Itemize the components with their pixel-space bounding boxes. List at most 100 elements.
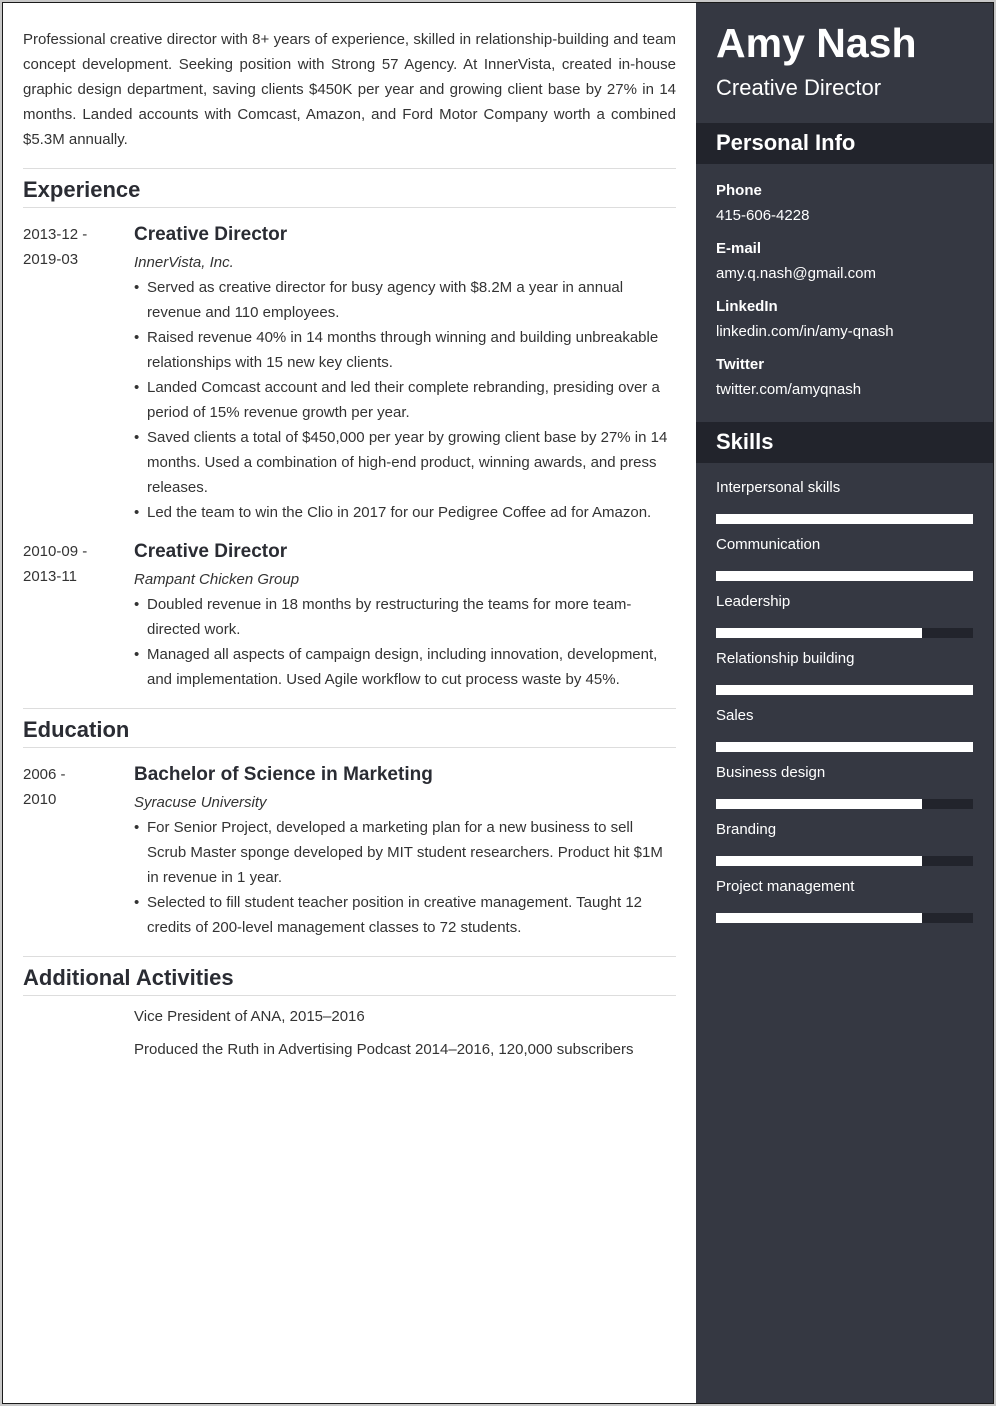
skill-level-bar [716, 685, 973, 695]
skill-level-fill [716, 742, 973, 752]
skill-level-fill [716, 799, 922, 809]
date-start: 2013-12 - [23, 226, 88, 243]
skill-name: Project management [716, 878, 855, 895]
skills-heading: Skills [696, 422, 993, 463]
skill-level-bar [716, 856, 973, 866]
bullet-item: • Raised revenue 40% in 14 months through… [134, 325, 676, 375]
bullet-text: Led the team to win the Clio in 2017 for… [147, 504, 652, 521]
skill-name: Relationship building [716, 650, 855, 667]
skill-name: Communication [716, 536, 821, 553]
entry-bullets: • For Senior Project, developed a marketi… [134, 815, 676, 940]
skill-level-fill [716, 514, 973, 524]
entry-organization: Syracuse University [134, 794, 267, 811]
bullet-icon: • [134, 504, 140, 521]
skill-item: Leadership [716, 589, 973, 638]
info-value-phone: 415-606-4228 [716, 207, 810, 224]
skill-level-bar [716, 742, 973, 752]
activities-heading: Additional Activities [23, 956, 676, 996]
date-end: 2010 [23, 791, 57, 808]
date-end: 2019-03 [23, 251, 79, 268]
skill-item: Communication [716, 532, 973, 581]
experience-heading: Experience [23, 168, 676, 208]
skill-name: Sales [716, 707, 754, 724]
skill-item: Interpersonal skills [716, 475, 973, 524]
bullet-text: Served as creative director for busy age… [147, 279, 624, 321]
skill-name: Interpersonal skills [716, 479, 841, 496]
bullet-icon: • [134, 894, 140, 911]
entry-dates: 2010-09 - 2013-11 [23, 539, 134, 692]
skill-level-fill [716, 571, 973, 581]
bullet-item: • Selected to fill student teacher positi… [134, 890, 676, 940]
skill-level-bar [716, 514, 973, 524]
info-label: LinkedIn [716, 298, 778, 315]
experience-entry: 2013-12 - 2019-03 Creative Director InnerVi… [23, 222, 676, 525]
entry-title: Creative Director [134, 541, 288, 562]
bullet-text: Saved clients a total of $450,000 per ye… [147, 429, 668, 496]
experience-list: 2013-12 - 2019-03 Creative Director InnerVi… [23, 222, 676, 692]
bullet-item: • Landed Comcast account and led their co… [134, 375, 676, 425]
info-value-linkedin: linkedin.com/in/amy-qnash [716, 323, 894, 340]
info-label: Twitter [716, 356, 765, 373]
date-start: 2010-09 - [23, 543, 88, 560]
skill-level-bar [716, 628, 973, 638]
bullet-icon: • [134, 329, 140, 346]
bullet-item: • Served as creative director for busy ag… [134, 275, 676, 325]
bullet-icon: • [134, 279, 140, 296]
experience-entry: 2010-09 - 2013-11 Creative Director Rampant… [23, 539, 676, 692]
activities-list: Vice President of ANA, 2015–2016 Produced… [134, 1004, 676, 1062]
entry-title: Bachelor of Science in Marketing [134, 764, 433, 785]
info-label: Phone [716, 182, 762, 199]
activity-item: Produced the Ruth in Advertising Podcast… [134, 1041, 634, 1058]
skill-level-fill [716, 628, 922, 638]
skill-level-fill [716, 856, 922, 866]
skill-name: Branding [716, 821, 777, 838]
personal-info-list: Phone 415-606-4228 E-mail amy.q.nash@gmail.… [696, 164, 993, 402]
date-start: 2006 - [23, 766, 66, 783]
bullet-item: • Led the team to win the Clio in 2017 fo… [134, 500, 676, 525]
summary: Professional creative director with 8+ y… [23, 31, 676, 148]
skill-level-bar [716, 913, 973, 923]
activity-item: Vice President of ANA, 2015–2016 [134, 1008, 365, 1025]
candidate-role: Creative Director [716, 75, 882, 100]
entry-title: Creative Director [134, 224, 288, 245]
skill-level-bar [716, 799, 973, 809]
resume-page: Professional creative director with 8+ y… [2, 2, 994, 1404]
date-end: 2013-11 [23, 568, 77, 585]
bullet-item: • Saved clients a total of $450,000 per y… [134, 425, 676, 500]
bullet-icon: • [134, 379, 140, 396]
skills-list: Interpersonal skills Communication Leaders… [696, 463, 993, 923]
bullet-text: For Senior Project, developed a marketin… [147, 819, 663, 886]
info-value-email: amy.q.nash@gmail.com [716, 265, 877, 282]
bullet-icon: • [134, 819, 140, 836]
skill-item: Project management [716, 874, 973, 923]
education-entry: 2006 - 2010 Bachelor of Science in Marketi… [23, 762, 676, 940]
entry-bullets: • Served as creative director for busy ag… [134, 275, 676, 525]
skill-item: Sales [716, 703, 973, 752]
bullet-item: • Doubled revenue in 18 months by restruc… [134, 592, 676, 642]
skill-level-bar [716, 571, 973, 581]
bullet-text: Landed Comcast account and led their com… [147, 379, 660, 421]
info-label: E-mail [716, 240, 762, 257]
bullet-icon: • [134, 646, 140, 663]
skill-item: Business design [716, 760, 973, 809]
entry-bullets: • Doubled revenue in 18 months by restruc… [134, 592, 676, 692]
entry-dates: 2006 - 2010 [23, 762, 134, 940]
bullet-text: Raised revenue 40% in 14 months through … [147, 329, 659, 371]
entry-body: Creative Director Rampant Chicken Group • D… [134, 539, 676, 692]
entry-organization: InnerVista, Inc. [134, 254, 234, 271]
main-column: Professional creative director with 8+ y… [3, 3, 696, 1403]
bullet-item: • For Senior Project, developed a marketi… [134, 815, 676, 890]
skill-name: Business design [716, 764, 826, 781]
skill-item: Branding [716, 817, 973, 866]
entry-organization: Rampant Chicken Group [134, 571, 300, 588]
sidebar: Amy Nash Creative Director Personal Info… [696, 3, 993, 1403]
bullet-text: Selected to fill student teacher positio… [147, 894, 643, 936]
education-heading: Education [23, 708, 676, 748]
candidate-name: Amy Nash [716, 20, 917, 66]
skill-item: Relationship building [716, 646, 973, 695]
bullet-icon: • [134, 429, 140, 446]
bullet-text: Doubled revenue in 18 months by restruct… [147, 596, 632, 638]
skill-name: Leadership [716, 593, 791, 610]
info-value-twitter: twitter.com/amyqnash [716, 381, 862, 398]
education-list: 2006 - 2010 Bachelor of Science in Marketi… [23, 762, 676, 940]
